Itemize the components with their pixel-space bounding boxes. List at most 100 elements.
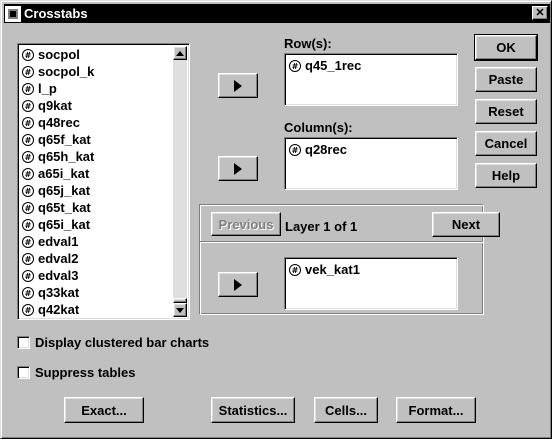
numeric-variable-icon: # <box>22 65 34 78</box>
rows-target-box[interactable]: # q45_1rec <box>284 53 458 106</box>
numeric-variable-icon: # <box>22 99 34 112</box>
svg-text:#: # <box>25 102 32 111</box>
right-arrow-icon <box>234 278 242 291</box>
help-button[interactable]: Help <box>475 163 537 188</box>
variable-list-item[interactable]: # socpol <box>20 46 172 63</box>
svg-text:#: # <box>25 51 32 60</box>
variable-list-item[interactable]: # q48rec <box>20 114 172 131</box>
numeric-variable-icon: # <box>22 133 34 146</box>
layer-status: Layer 1 of 1 <box>285 219 358 234</box>
variable-name: q65h_kat <box>38 149 95 164</box>
columns-item-label: q28rec <box>305 142 347 157</box>
variable-list-item[interactable]: # edval3 <box>20 267 172 284</box>
numeric-variable-icon: # <box>22 82 34 95</box>
variable-name: q65i_kat <box>38 217 91 232</box>
svg-text:#: # <box>292 266 299 275</box>
numeric-variable-icon: # <box>22 303 34 316</box>
layer-target-box[interactable]: # vek_kat1 <box>284 257 458 310</box>
svg-text:#: # <box>25 170 32 179</box>
app-icon <box>5 5 21 22</box>
variable-name: q9kat <box>38 98 72 113</box>
move-to-rows-button[interactable] <box>218 73 258 98</box>
paste-button[interactable]: Paste <box>475 67 537 92</box>
svg-text:#: # <box>292 146 299 155</box>
numeric-variable-icon: # <box>22 269 34 282</box>
variable-name: socpol_k <box>38 64 95 79</box>
scroll-down-icon <box>176 307 184 313</box>
variable-name: l_p <box>38 81 57 96</box>
numeric-variable-icon: # <box>22 286 34 299</box>
variable-name: edval3 <box>38 268 79 283</box>
variable-list-item[interactable]: # edval2 <box>20 250 172 267</box>
numeric-variable-icon: # <box>289 143 301 156</box>
layer-divider <box>200 241 483 243</box>
layer-item-label: vek_kat1 <box>305 262 360 277</box>
previous-layer-button[interactable]: Previous <box>211 212 281 236</box>
numeric-variable-icon: # <box>22 201 34 214</box>
statistics-button[interactable]: Statistics... <box>211 397 295 423</box>
variable-name: q42kat <box>38 302 80 317</box>
move-to-columns-button[interactable] <box>218 156 258 181</box>
svg-text:#: # <box>25 85 32 94</box>
variable-list-item[interactable]: # q65j_kat <box>20 182 172 199</box>
columns-item[interactable]: # q28rec <box>289 142 347 157</box>
variable-list-item[interactable]: # edval1 <box>20 233 172 250</box>
numeric-variable-icon: # <box>22 150 34 163</box>
variable-list-item[interactable]: # q42kat <box>20 301 172 318</box>
close-icon: ✕ <box>535 7 545 19</box>
scroll-down-button[interactable] <box>173 303 187 317</box>
variable-list-item[interactable]: # socpol_k <box>20 63 172 80</box>
variable-list-item[interactable]: # q65f_kat <box>20 131 172 148</box>
variable-name: a65i_kat <box>38 166 90 181</box>
svg-text:#: # <box>25 136 32 145</box>
svg-text:#: # <box>25 187 32 196</box>
svg-text:#: # <box>25 204 32 213</box>
ok-button[interactable]: OK <box>474 34 538 61</box>
numeric-variable-icon: # <box>22 235 34 248</box>
columns-target-box[interactable]: # q28rec <box>284 137 458 190</box>
suppress-tables-label: Suppress tables <box>35 365 136 380</box>
rows-label: Row(s): <box>284 36 332 51</box>
svg-text:#: # <box>25 272 32 281</box>
variable-name: socpol <box>38 47 80 62</box>
variable-name: q65f_kat <box>38 132 91 147</box>
svg-text:#: # <box>25 119 32 128</box>
variable-list-item[interactable]: # a65i_kat <box>20 165 172 182</box>
next-layer-button[interactable]: Next <box>432 212 500 237</box>
source-variable-list[interactable]: # socpol # socpol_k # l_p # q9kat # q48rec # q65f_k… <box>17 43 190 320</box>
format-button[interactable]: Format... <box>396 397 476 423</box>
close-button[interactable]: ✕ <box>532 6 548 20</box>
variable-list-item[interactable]: # q65t_kat <box>20 199 172 216</box>
reset-button[interactable]: Reset <box>475 99 537 124</box>
variable-list-scrollbar[interactable] <box>173 46 187 317</box>
numeric-variable-icon: # <box>289 263 301 276</box>
svg-text:#: # <box>25 238 32 247</box>
title-bar[interactable]: Crosstabs ✕ <box>4 4 550 23</box>
scroll-up-button[interactable] <box>173 46 187 60</box>
layer-item[interactable]: # vek_kat1 <box>289 262 360 277</box>
scroll-up-icon <box>176 50 184 56</box>
numeric-variable-icon: # <box>289 59 301 72</box>
variable-list-item[interactable]: # q65h_kat <box>20 148 172 165</box>
rows-item[interactable]: # q45_1rec <box>289 58 361 73</box>
cells-button[interactable]: Cells... <box>314 397 378 423</box>
move-to-layer-button[interactable] <box>218 272 258 297</box>
numeric-variable-icon: # <box>22 167 34 180</box>
clustered-bar-checkbox[interactable] <box>17 336 30 349</box>
window-title: Crosstabs <box>24 6 88 21</box>
svg-text:#: # <box>25 306 32 315</box>
variable-list-item[interactable]: # l_p <box>20 80 172 97</box>
variable-list-item[interactable]: # q33kat <box>20 284 172 301</box>
variable-list-item[interactable]: # q9kat <box>20 97 172 114</box>
numeric-variable-icon: # <box>22 218 34 231</box>
exact-button[interactable]: Exact... <box>64 397 144 423</box>
right-arrow-icon <box>234 162 242 175</box>
numeric-variable-icon: # <box>22 184 34 197</box>
right-arrow-icon <box>234 79 242 92</box>
variable-list-item[interactable]: # q65i_kat <box>20 216 172 233</box>
numeric-variable-icon: # <box>22 116 34 129</box>
cancel-button[interactable]: Cancel <box>475 131 537 156</box>
crosstabs-dialog: Crosstabs ✕ # socpol # socpol_k # l_p # q9kat # q… <box>0 0 552 439</box>
suppress-tables-checkbox[interactable] <box>17 366 30 379</box>
variable-name: edval1 <box>38 234 79 249</box>
